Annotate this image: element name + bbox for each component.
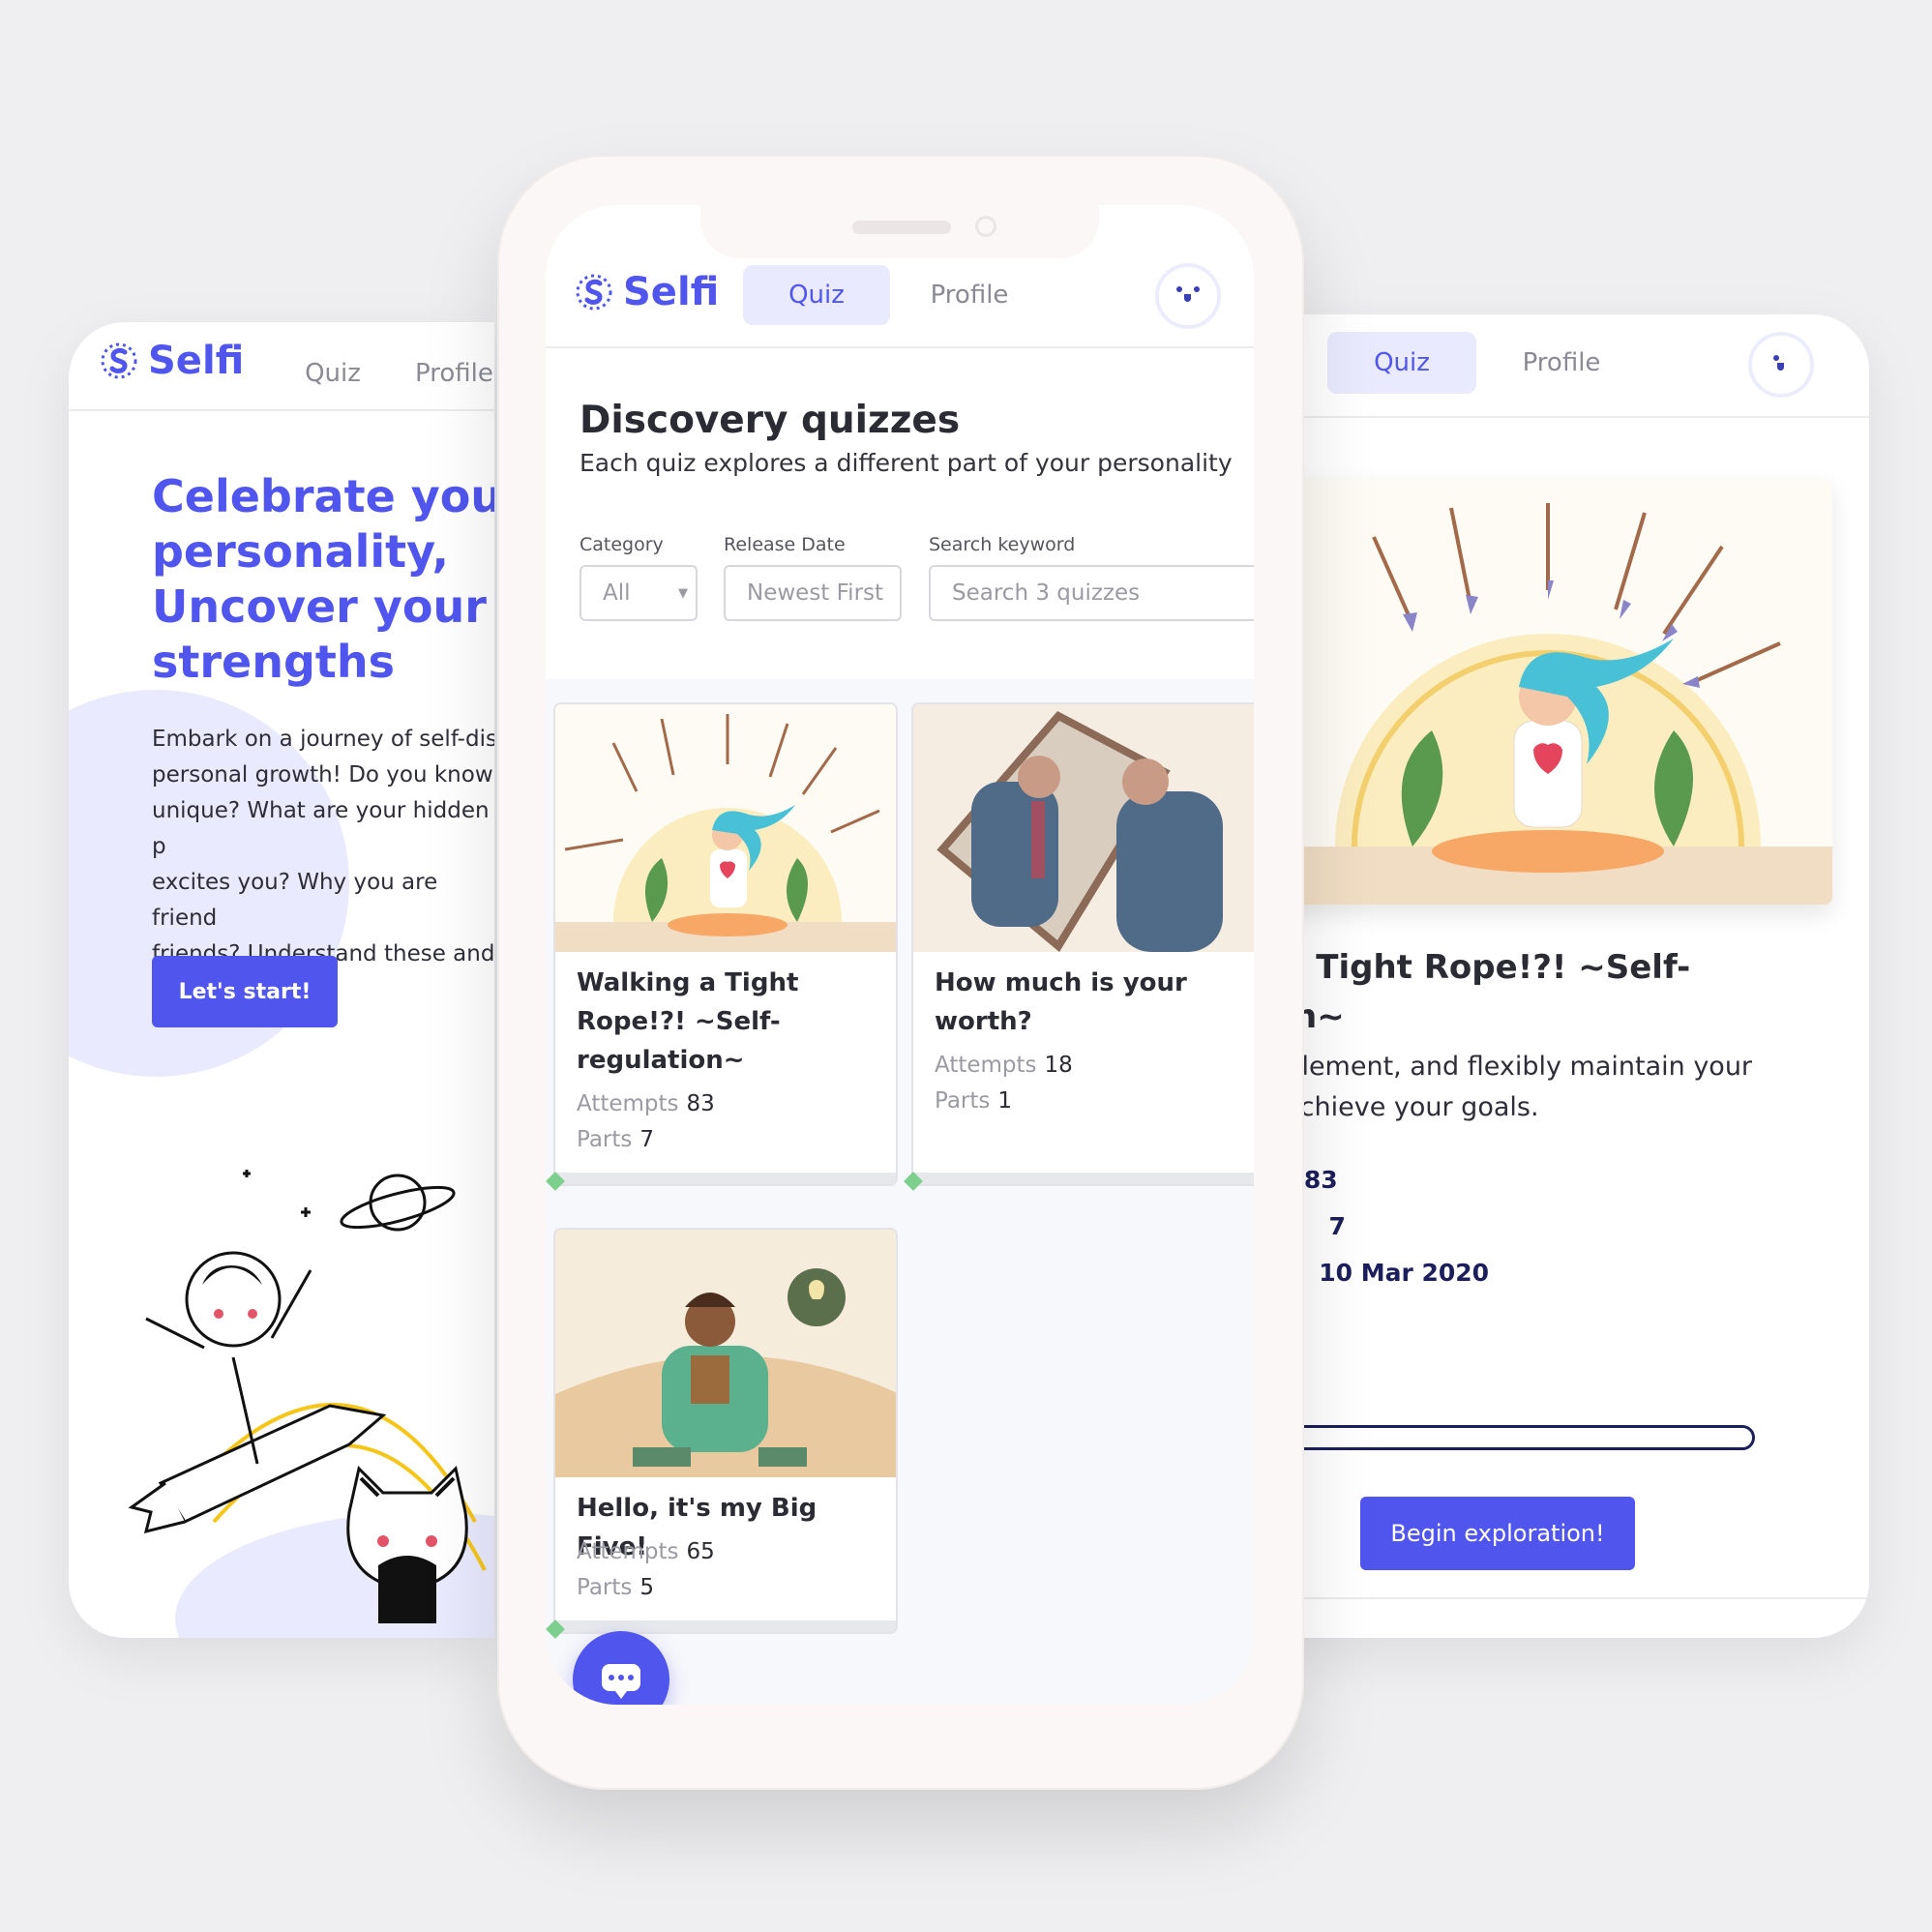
parts-label: Parts xyxy=(935,1088,991,1114)
quiz-parts: Parts 1 xyxy=(935,1088,1012,1114)
hero-title: Celebrate your personality, Uncover your… xyxy=(152,470,494,688)
parts-label: Parts xyxy=(577,1575,633,1600)
attempts-label: Attempts xyxy=(935,1053,1037,1078)
avatar[interactable] xyxy=(1748,332,1814,398)
astronaut-illustration xyxy=(128,1170,494,1638)
camera xyxy=(975,216,996,237)
chat-button[interactable] xyxy=(573,1631,669,1705)
stat-value: 83 xyxy=(1303,1166,1338,1194)
quiz-attempts: Attempts 65 xyxy=(577,1539,715,1564)
stat-value: 7 xyxy=(1328,1212,1346,1240)
begin-exploration-button[interactable]: Begin exploration! xyxy=(1360,1497,1635,1570)
quiz-title-line1: j a Tight Rope!?! ~Self- xyxy=(1267,948,1691,987)
quiz-card[interactable]: Walking a Tight Rope!?! ~Self-regulation… xyxy=(553,702,898,1186)
parts-value: 1 xyxy=(997,1088,1013,1114)
quiz-card-image xyxy=(555,1230,896,1477)
phone-screen: Selfi Quiz Profile Discovery quizzes Eac… xyxy=(546,205,1254,1705)
quiz-attempts: Attempts 83 xyxy=(577,1091,715,1116)
quiz-card-image xyxy=(913,704,1254,952)
search-input[interactable]: Search 3 quizzes xyxy=(929,565,1254,621)
phone-frame: Selfi Quiz Profile Discovery quizzes Eac… xyxy=(497,155,1304,1790)
quiz-parts: Parts 5 xyxy=(577,1575,654,1600)
quiz-card-image xyxy=(555,704,896,952)
speaker xyxy=(852,221,951,234)
quiz-hero-image xyxy=(1267,479,1832,905)
category-select[interactable]: All ▼ xyxy=(580,565,698,621)
tab-quiz[interactable]: Quiz xyxy=(1327,332,1476,394)
attempts-label: Attempts xyxy=(577,1539,679,1564)
page-title: Discovery quizzes xyxy=(580,399,961,442)
page-subtitle: Each quiz explores a different part of y… xyxy=(580,449,1233,477)
nav-divider xyxy=(69,409,494,411)
tab-quiz[interactable]: Quiz xyxy=(743,265,890,325)
quiz-desc-line1: mplement, and flexibly maintain your xyxy=(1267,1052,1753,1082)
quiz-desc-line2: o achieve your goals. xyxy=(1267,1092,1539,1122)
logo-icon xyxy=(101,342,137,379)
avatar[interactable] xyxy=(1155,263,1221,329)
release-date-select[interactable]: Newest First xyxy=(724,565,902,621)
quiz-attempts: Attempts 18 xyxy=(935,1053,1073,1078)
nav-divider xyxy=(1267,416,1869,418)
quiz-title: Walking a Tight Rope!?! ~Self-regulation… xyxy=(577,968,799,1075)
search-label: Search keyword xyxy=(929,534,1076,555)
logo[interactable]: Selfi xyxy=(573,270,719,314)
meditation-illustration xyxy=(1267,479,1832,905)
parts-value: 5 xyxy=(639,1575,655,1600)
nav-divider xyxy=(546,346,1254,348)
chevron-down-icon: ▼ xyxy=(678,585,688,601)
logo[interactable]: Selfi xyxy=(98,339,244,383)
quiz-card[interactable]: How much is your worth? Attempts 18 Parts… xyxy=(911,702,1254,1186)
progress-bar xyxy=(1267,1425,1755,1450)
quiz-progress-track xyxy=(555,1173,896,1184)
attempts-value: 18 xyxy=(1044,1053,1073,1078)
logo-text: Selfi xyxy=(623,270,720,314)
category-value: All xyxy=(603,580,631,606)
parts-label: Parts xyxy=(577,1127,633,1152)
logo-icon xyxy=(576,274,612,311)
app-header: Selfi Quiz Profile Discovery quizzes Eac… xyxy=(546,205,1254,679)
quiz-title: How much is your worth? xyxy=(935,968,1187,1036)
phone-notch xyxy=(700,205,1099,258)
quiz-progress-track xyxy=(913,1173,1254,1184)
logo-text: Selfi xyxy=(148,339,245,383)
mirror-illustration xyxy=(913,704,1254,952)
tab-profile[interactable]: Profile xyxy=(902,265,1037,325)
lets-start-button[interactable]: Let's start! xyxy=(152,956,338,1027)
tab-quiz[interactable]: Quiz xyxy=(280,349,386,398)
tab-profile[interactable]: Profile xyxy=(415,349,494,398)
quiz-detail-screen: Quiz Profile j a Tight Rope!?! ~Self- io… xyxy=(1267,314,1869,1638)
tab-profile[interactable]: Profile xyxy=(1494,332,1629,394)
release-date-label: Release Date xyxy=(724,534,846,555)
landing-screen: Selfi Quiz Profile Celebrate your person… xyxy=(69,322,494,1638)
attempts-label: Attempts xyxy=(577,1091,679,1116)
thinker-illustration xyxy=(555,1230,896,1477)
quiz-parts: Parts 7 xyxy=(577,1127,654,1152)
chat-icon xyxy=(602,1664,640,1699)
meditation-illustration xyxy=(555,704,896,952)
bottom-divider xyxy=(1267,1597,1869,1599)
parts-value: 7 xyxy=(639,1127,655,1152)
attempts-value: 83 xyxy=(686,1091,715,1116)
stat-value: 10 Mar 2020 xyxy=(1319,1259,1490,1287)
category-label: Category xyxy=(580,534,664,555)
attempts-value: 65 xyxy=(686,1539,715,1564)
quiz-card[interactable]: Hello, it's my Big Five! Attempts 65 Part… xyxy=(553,1228,898,1634)
